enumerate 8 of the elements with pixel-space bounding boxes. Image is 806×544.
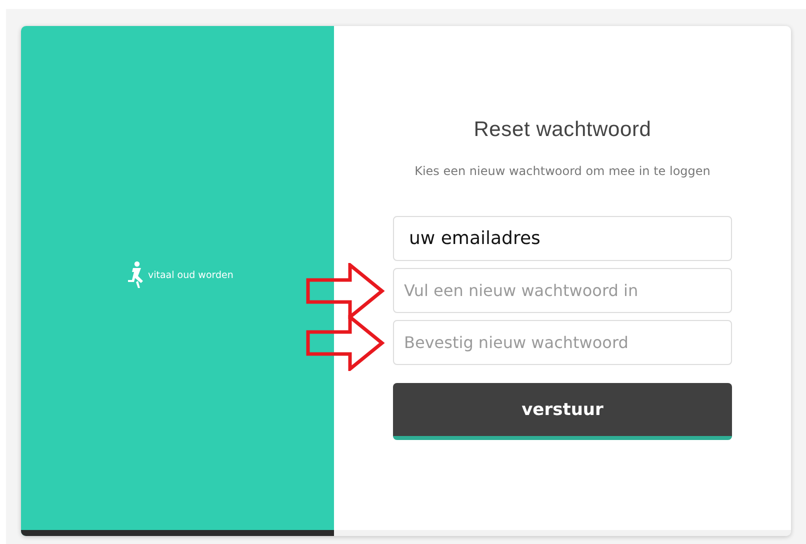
input-field[interactable]: Vul een nieuw wachtwoord in: [393, 268, 732, 313]
form-subtitle: Kies een nieuw wachtwoord om mee in te loggen: [414, 164, 712, 178]
form-title: Reset wachtwoord: [472, 118, 652, 142]
submit-button[interactable]: verstuur: [393, 383, 732, 440]
input-field[interactable]: uw emailadres: [393, 216, 732, 261]
brand-name: vitaal oud worden: [148, 270, 234, 280]
runner-icon: [127, 261, 145, 289]
input-field[interactable]: Bevestig nieuw wachtwoord: [393, 320, 732, 365]
